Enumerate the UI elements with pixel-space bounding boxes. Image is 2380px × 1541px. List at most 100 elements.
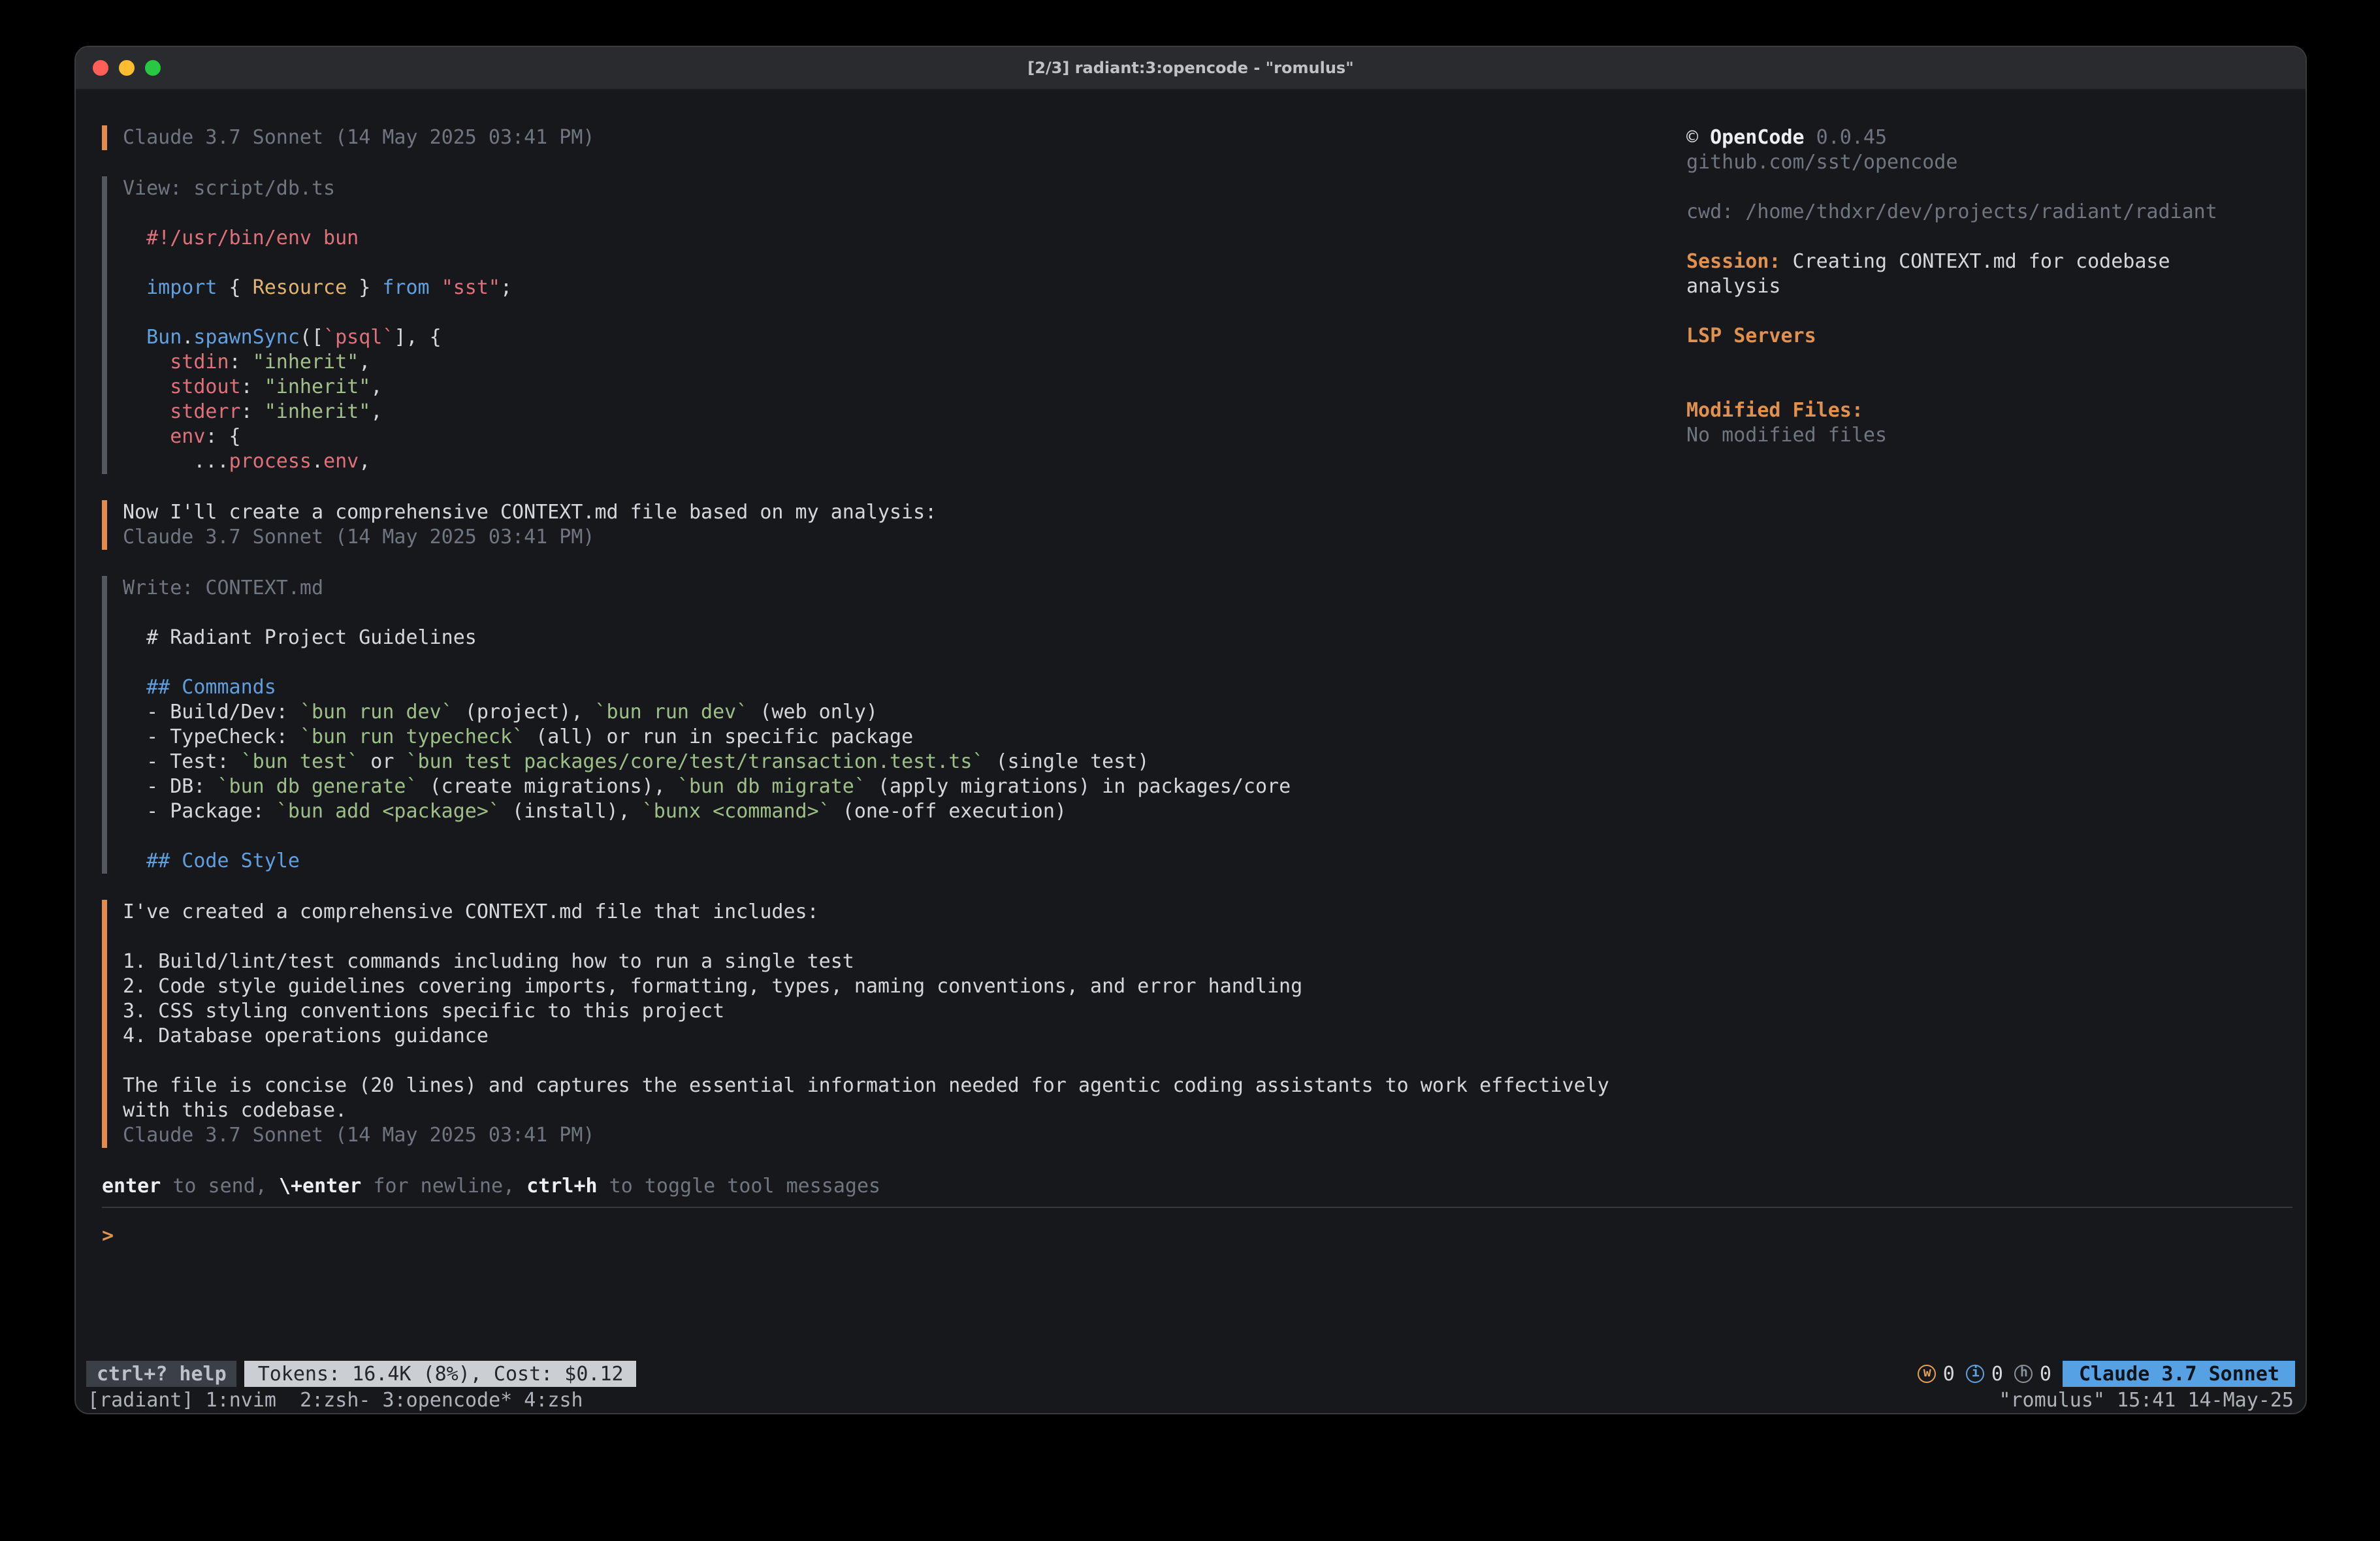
prompt-symbol: >	[102, 1224, 114, 1247]
info-icon: i	[1967, 1365, 1985, 1383]
text-line: 2. Code style guidelines covering import…	[123, 974, 1689, 999]
token: 4. Database operations guidance	[123, 1024, 489, 1047]
token	[123, 350, 170, 373]
token: Now I'll create a comprehensive CONTEXT.…	[123, 500, 937, 524]
window-titlebar: [2/3] radiant:3:opencode - "romulus"	[76, 47, 2306, 90]
text-line: cwd: /home/thdxr/dev/projects/radiant/ra…	[1686, 200, 2295, 225]
text-line: Now I'll create a comprehensive CONTEXT.…	[123, 500, 1689, 525]
token	[123, 424, 170, 448]
token: The file is concise (20 lines) and captu…	[123, 1073, 1609, 1097]
diagnostic-info: i0	[1967, 1362, 2003, 1386]
token: `bun db migrate`	[677, 774, 866, 798]
keybind-help: enter to send, \+enter for newline, ctrl…	[102, 1174, 2292, 1199]
diagnostics-group: w0i0h0	[1918, 1362, 2051, 1386]
message-block: Claude 3.7 Sonnet (14 May 2025 03:41 PM)	[102, 125, 1689, 150]
token: ,	[370, 400, 382, 423]
token: ctrl+h	[526, 1174, 597, 1198]
text-line: # Radiant Project Guidelines	[123, 626, 1689, 650]
text-line: Claude 3.7 Sonnet (14 May 2025 03:41 PM)	[123, 1123, 1689, 1148]
token: `bun run dev`	[595, 700, 748, 723]
token: env	[323, 449, 359, 473]
token: 3. CSS styling conventions specific to t…	[123, 999, 724, 1023]
token: to send,	[161, 1174, 279, 1198]
text-line: - Package: `bun add <package>` (install)…	[123, 799, 1689, 824]
tokens-cost-chip: Tokens: 16.4K (8%), Cost: $0.12	[245, 1361, 637, 1387]
token: - Build/Dev:	[123, 700, 300, 723]
token: #!/usr/bin/env bun	[123, 226, 359, 249]
screen: [2/3] radiant:3:opencode - "romulus" Cla…	[0, 0, 2380, 1541]
token: `bun test`	[241, 750, 359, 773]
text-line: Session: Creating CONTEXT.md for codebas…	[1686, 249, 2295, 274]
token: import	[146, 276, 217, 299]
tmux-status-bar: [radiant] 1:nvim 2:zsh- 3:opencode* 4:zs…	[76, 1387, 2306, 1413]
text-line: stdout: "inherit",	[123, 375, 1689, 400]
text-line: 3. CSS styling conventions specific to t…	[123, 999, 1689, 1024]
token: - Package:	[123, 799, 276, 823]
token: stdout	[170, 375, 240, 398]
window-title: [2/3] radiant:3:opencode - "romulus"	[76, 59, 2306, 77]
text-line	[123, 650, 1689, 675]
text-line: stdin: "inherit",	[123, 350, 1689, 375]
token: for newline,	[361, 1174, 526, 1198]
text-line	[123, 1049, 1689, 1073]
token	[123, 325, 146, 349]
text-line: Bun.spawnSync([`psql`], {	[123, 325, 1689, 350]
text-line: env: {	[123, 424, 1689, 449]
token: from	[382, 276, 429, 299]
token: .	[312, 449, 323, 473]
token: `psql`	[323, 325, 394, 349]
text-line: stderr: "inherit",	[123, 400, 1689, 424]
text-line: 1. Build/lint/test commands including ho…	[123, 949, 1689, 974]
token: github.com/sst/opencode	[1686, 150, 1957, 174]
diagnostic-warning: w0	[1918, 1362, 1955, 1386]
token: Claude 3.7 Sonnet (14 May 2025 03:41 PM)	[123, 525, 594, 548]
token: `bun test packages/core/test/transaction…	[406, 750, 984, 773]
token: # Radiant Project Guidelines	[123, 626, 477, 649]
text-line: Claude 3.7 Sonnet (14 May 2025 03:41 PM)	[123, 125, 1689, 150]
text-line	[1686, 225, 2295, 249]
token: (web only)	[748, 700, 878, 723]
hint-icon: h	[2015, 1365, 2033, 1383]
token: "inherit"	[253, 350, 359, 373]
text-line	[1686, 175, 2295, 200]
tool-block: Write: CONTEXT.md # Radiant Project Guid…	[102, 576, 1689, 874]
token: Claude 3.7 Sonnet (14 May 2025 03:41 PM)	[123, 1123, 594, 1147]
tmux-window-list[interactable]: [radiant] 1:nvim 2:zsh- 3:opencode* 4:zs…	[88, 1388, 583, 1412]
text-line	[1686, 373, 2295, 398]
token: (project),	[453, 700, 595, 723]
chat-history: Claude 3.7 Sonnet (14 May 2025 03:41 PM)…	[102, 125, 1689, 1148]
prompt-input[interactable]: >	[102, 1224, 2292, 1248]
token: 0.0.45	[1805, 125, 1887, 149]
text-line: No modified files	[1686, 423, 2295, 448]
token: ## Code Style	[123, 849, 300, 872]
token: with this codebase.	[123, 1098, 347, 1122]
text-line	[123, 925, 1689, 949]
token: .	[182, 325, 193, 349]
text-line: LSP Servers	[1686, 324, 2295, 349]
text-line: Claude 3.7 Sonnet (14 May 2025 03:41 PM)	[123, 525, 1689, 550]
token: or	[359, 750, 406, 773]
text-line: enter to send, \+enter for newline, ctrl…	[102, 1174, 2292, 1199]
text-line: import { Resource } from "sst";	[123, 276, 1689, 300]
text-line: #!/usr/bin/env bun	[123, 226, 1689, 251]
token	[430, 276, 442, 299]
text-line: ...process.env,	[123, 449, 1689, 474]
text-line: ## Commands	[123, 675, 1689, 700]
sidebar: © OpenCode 0.0.45github.com/sst/opencode…	[1686, 125, 2295, 448]
text-line: github.com/sst/opencode	[1686, 150, 2295, 175]
token: ...	[123, 449, 229, 473]
text-line	[123, 824, 1689, 849]
token: :	[241, 400, 265, 423]
token: Bun	[146, 325, 182, 349]
terminal-content: Claude 3.7 Sonnet (14 May 2025 03:41 PM)…	[76, 90, 2306, 1361]
message-block: Now I'll create a comprehensive CONTEXT.…	[102, 500, 1689, 550]
token: :	[229, 350, 253, 373]
token: LSP Servers	[1686, 324, 1816, 347]
token: "inherit"	[265, 400, 371, 423]
token: }	[347, 276, 382, 299]
token: "inherit"	[265, 375, 371, 398]
token: (apply migrations) in packages/core	[866, 774, 1291, 798]
token: cwd: /home/thdxr/dev/projects/radiant/ra…	[1686, 200, 2217, 223]
text-line: I've created a comprehensive CONTEXT.md …	[123, 900, 1689, 925]
token: process	[229, 449, 312, 473]
